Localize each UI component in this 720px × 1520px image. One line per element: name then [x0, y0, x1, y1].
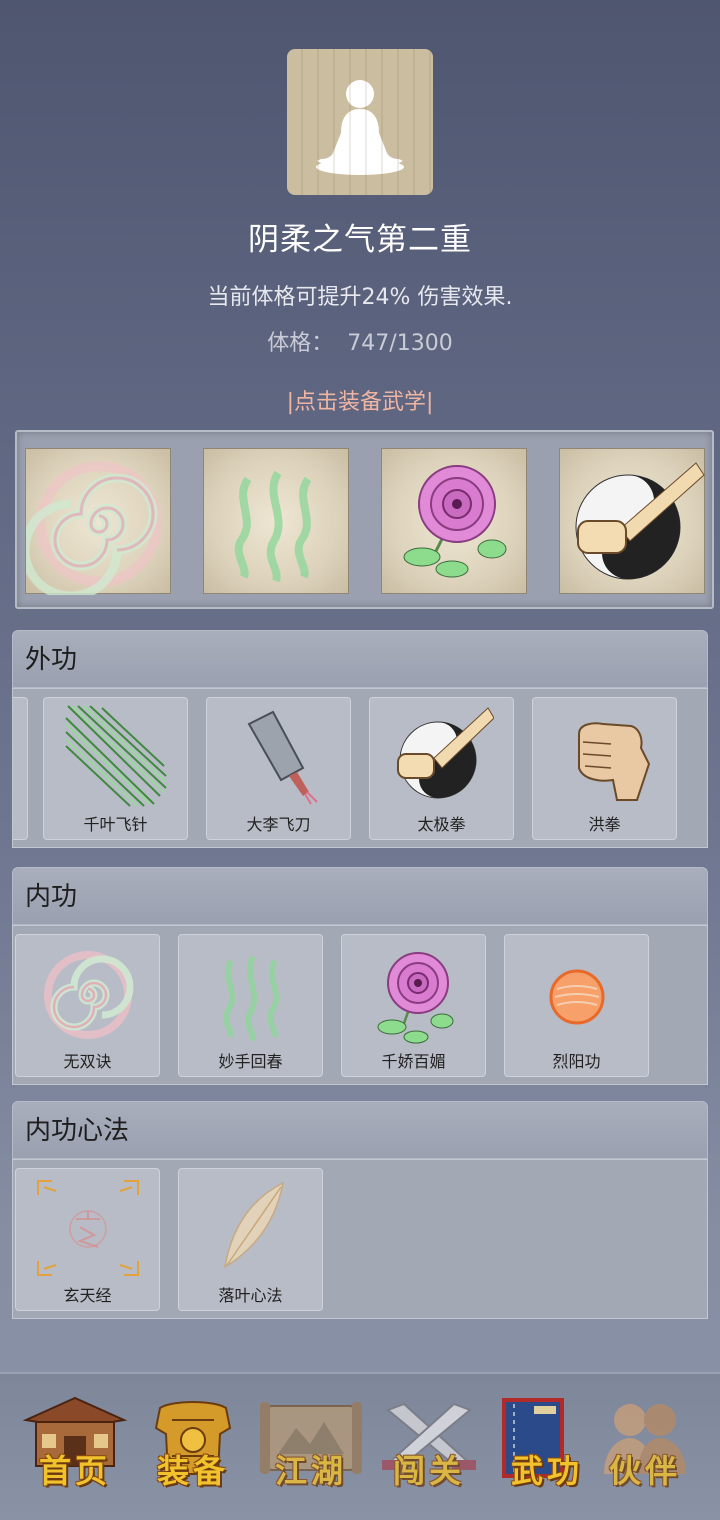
- taiji-fist-icon: [575, 462, 705, 580]
- section-internal-methods: 内功心法 玄天经 落叶心法: [12, 1101, 708, 1319]
- skill-card[interactable]: 千叶飞针: [43, 697, 188, 840]
- nav-partners[interactable]: 伙伴: [590, 1394, 700, 1504]
- equipped-skills-bar: [15, 430, 714, 609]
- section-title: 内功: [12, 867, 708, 925]
- skill-card-label: 烈阳功: [552, 1052, 601, 1071]
- physique-stat: 体格： 747/1300: [0, 325, 720, 357]
- nav-label: 伙伴: [608, 1452, 681, 1490]
- skill-card[interactable]: 妙手回春: [178, 934, 323, 1077]
- cultivation-avatar: [287, 49, 433, 195]
- section-title: 外功: [12, 630, 708, 688]
- skill-card[interactable]: 落叶心法: [178, 1168, 323, 1311]
- taiji-fist-icon: [397, 707, 494, 799]
- skill-card[interactable]: 太极拳: [369, 697, 514, 840]
- pink-rose-icon: [403, 465, 507, 578]
- skill-card[interactable]: 洪拳: [532, 697, 677, 840]
- nav-label: 闯关: [392, 1452, 465, 1490]
- internal-skills-list[interactable]: 无双诀 妙手回春 千娇百媚 烈阳功: [12, 925, 708, 1085]
- section-title: 内功心法: [12, 1101, 708, 1159]
- nav-equipment[interactable]: 装备: [138, 1394, 248, 1504]
- nav-label: 武功: [510, 1452, 583, 1490]
- skill-card[interactable]: 无双诀: [15, 934, 160, 1077]
- skill-card[interactable]: 千娇百媚: [341, 934, 486, 1077]
- nav-home[interactable]: 首页: [20, 1394, 130, 1504]
- falling-leaf-icon: [223, 1181, 285, 1269]
- section-internal-skills: 内功 无双诀 妙手回春 千娇百媚 烈阳功: [12, 867, 708, 1085]
- section-external-skills: 外功 千叶飞针 大李飞刀 太极拳 洪拳: [12, 630, 708, 848]
- pink-rose-icon: [377, 952, 454, 1044]
- equipped-slot-1[interactable]: [20, 448, 171, 601]
- nav-label: 江湖: [274, 1452, 347, 1490]
- skill-card[interactable]: 烈阳功: [504, 934, 649, 1077]
- nav-label: 装备: [156, 1452, 229, 1490]
- internal-methods-list[interactable]: 玄天经 落叶心法: [12, 1159, 708, 1319]
- skill-card-label: 千叶飞针: [83, 815, 148, 834]
- cultivation-description: 当前体格可提升24% 伤害效果.: [207, 285, 513, 310]
- green-wisps-icon: [223, 955, 280, 1042]
- nav-jianghu[interactable]: 江湖: [256, 1394, 366, 1504]
- external-skills-list[interactable]: 千叶飞针 大李飞刀 太极拳 洪拳: [12, 688, 708, 848]
- nav-challenge[interactable]: 闯关: [374, 1394, 484, 1504]
- spiral-qi-icon: [20, 461, 162, 601]
- green-needles-icon: [65, 705, 167, 807]
- cultivation-title: 阴柔之气第二重: [248, 222, 472, 258]
- fist-icon: [578, 722, 651, 801]
- nav-martial-arts[interactable]: 武功: [492, 1394, 602, 1504]
- physique-label: 体格：: [267, 331, 334, 356]
- equipped-slot-4[interactable]: [559, 448, 705, 594]
- orange-sun-icon: [549, 969, 605, 1025]
- skill-card-label: 玄天经: [63, 1286, 112, 1305]
- physique-value: 747/1300: [347, 331, 453, 356]
- nav-label: 首页: [38, 1452, 111, 1490]
- cleaver-icon: [247, 710, 318, 805]
- equipped-slot-3[interactable]: [381, 448, 527, 594]
- skill-card-label: 大李飞刀: [246, 815, 311, 834]
- spiral-qi-icon: [44, 951, 134, 1039]
- green-wisps-icon: [234, 470, 312, 583]
- equip-martial-link[interactable]: |点击装备武学|: [0, 384, 720, 416]
- equipped-slot-2[interactable]: [203, 448, 349, 594]
- skill-card-label: 洪拳: [588, 815, 621, 834]
- skill-card-label: 落叶心法: [218, 1286, 283, 1305]
- skill-card-label: 妙手回春: [218, 1052, 283, 1071]
- skill-card[interactable]: 大李飞刀: [206, 697, 351, 840]
- skill-card-label: 千娇百媚: [381, 1052, 446, 1071]
- xuan-seal-icon: [37, 1180, 139, 1276]
- bottom-navigation: 首页 装备 江湖 闯关 武功 伙伴: [0, 1372, 720, 1520]
- skill-card-label: 太极拳: [417, 815, 466, 834]
- skill-card[interactable]: 玄天经: [15, 1168, 160, 1311]
- skill-card-label: 无双诀: [63, 1052, 112, 1071]
- skill-card-partial[interactable]: [13, 697, 28, 840]
- calligraphy-background: [287, 49, 433, 195]
